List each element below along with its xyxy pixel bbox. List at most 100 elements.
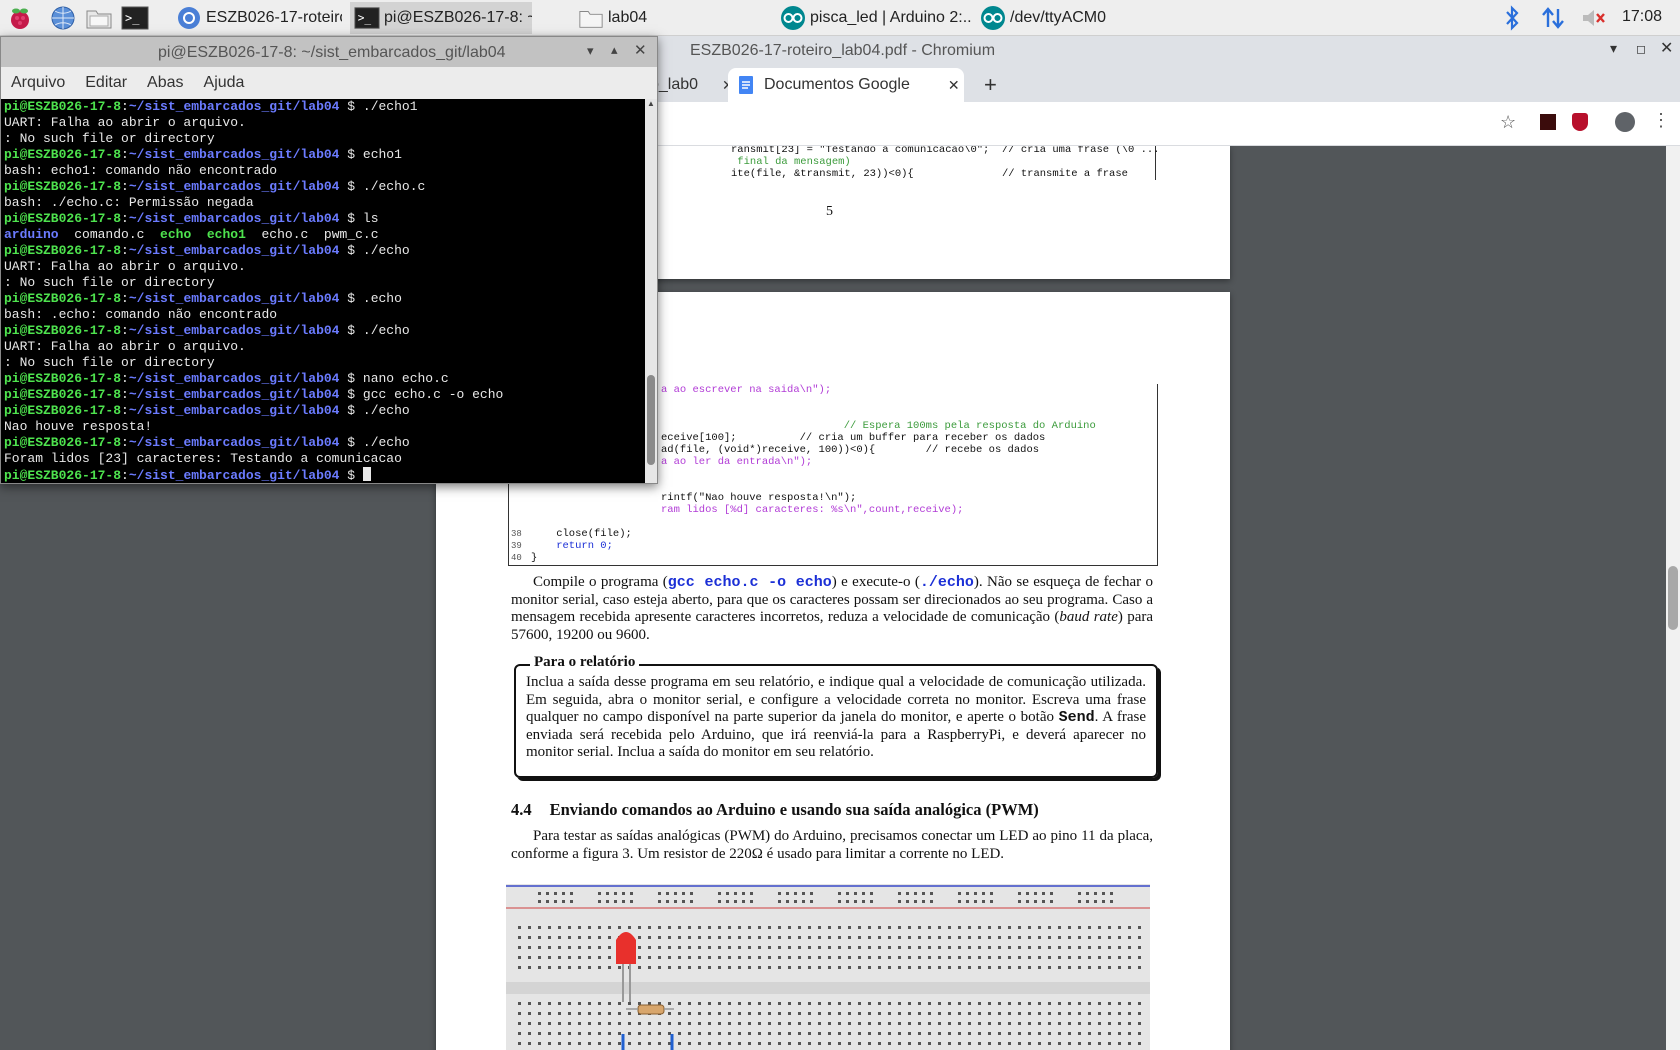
hole bbox=[728, 936, 731, 939]
menu-editar[interactable]: Editar bbox=[85, 74, 127, 92]
chromium-window-title: ESZB026-17-roteiro_lab04.pdf - Chromium bbox=[690, 42, 996, 59]
hole bbox=[668, 936, 671, 939]
hole bbox=[1078, 926, 1081, 929]
maximize-icon[interactable]: ◻ bbox=[1636, 42, 1646, 56]
hole bbox=[818, 956, 821, 959]
rail-hole bbox=[870, 892, 873, 895]
task-terminal[interactable]: >_ pi@ESZB026-17-8: ~... bbox=[350, 2, 532, 34]
task-arduino-ide[interactable]: pisca_led | Arduino 2:... bbox=[776, 2, 972, 34]
hole bbox=[578, 956, 581, 959]
rail-hole bbox=[750, 892, 753, 895]
hole bbox=[938, 1002, 941, 1005]
hole bbox=[1088, 1022, 1091, 1025]
hole bbox=[998, 966, 1001, 969]
hole bbox=[908, 1002, 911, 1005]
hole bbox=[678, 926, 681, 929]
tab-google-docs[interactable]: Documentos Google ✕ bbox=[728, 68, 964, 102]
web-browser-icon[interactable] bbox=[48, 4, 78, 32]
tab-close-icon[interactable]: ✕ bbox=[948, 77, 960, 94]
hole bbox=[898, 1042, 901, 1045]
profile-icon[interactable] bbox=[1615, 112, 1635, 132]
raspberry-menu-icon[interactable] bbox=[5, 4, 35, 32]
svg-text:>_: >_ bbox=[358, 12, 372, 25]
maximize-icon[interactable]: ▴ bbox=[611, 42, 618, 58]
scroll-up-icon[interactable]: ▲ bbox=[647, 99, 655, 108]
close-icon[interactable]: ✕ bbox=[634, 41, 647, 59]
task-chromium[interactable]: ESZB026-17-roteiro_l... bbox=[172, 2, 342, 34]
hole bbox=[788, 1012, 791, 1015]
code-line-numbers: 38 39 40 bbox=[511, 529, 522, 563]
menu-ajuda[interactable]: Ajuda bbox=[204, 74, 245, 92]
terminal-scrollbar[interactable]: ▲ bbox=[645, 99, 657, 483]
hole bbox=[758, 926, 761, 929]
hole bbox=[1068, 1032, 1071, 1035]
hole bbox=[928, 966, 931, 969]
terminal-output[interactable]: pi@ESZB026-17-8:~/sist_embarcados_git/la… bbox=[1, 99, 645, 483]
hole bbox=[888, 936, 891, 939]
hole bbox=[728, 946, 731, 949]
hole bbox=[748, 1012, 751, 1015]
hole bbox=[1098, 946, 1101, 949]
hole bbox=[808, 1032, 811, 1035]
terminal-launcher-icon[interactable]: >_ bbox=[120, 4, 150, 32]
hole bbox=[948, 956, 951, 959]
hole bbox=[728, 966, 731, 969]
task-serial-monitor[interactable]: /dev/ttyACM0 bbox=[976, 2, 1126, 34]
hole bbox=[878, 1012, 881, 1015]
rail-hole bbox=[1026, 892, 1029, 895]
hole bbox=[1008, 956, 1011, 959]
task-file-manager[interactable]: lab04 bbox=[574, 2, 724, 34]
pdf-scrollbar-thumb[interactable] bbox=[1668, 566, 1678, 630]
terminal-scrollbar-thumb[interactable] bbox=[647, 375, 655, 465]
extension-icon[interactable] bbox=[1540, 114, 1556, 130]
hole bbox=[868, 926, 871, 929]
hole bbox=[588, 946, 591, 949]
hole bbox=[948, 936, 951, 939]
page-number: 5 bbox=[826, 204, 833, 219]
hole bbox=[608, 966, 611, 969]
rail-hole bbox=[930, 892, 933, 895]
hole bbox=[928, 936, 931, 939]
terminal-titlebar[interactable]: pi@ESZB026-17-8: ~/sist_embarcados_git/l… bbox=[1, 37, 657, 67]
hole bbox=[778, 1022, 781, 1025]
prompt-path: ~/sist_embarcados_git/lab04 bbox=[128, 387, 340, 402]
network-icon[interactable] bbox=[1540, 4, 1566, 32]
minimize-icon[interactable]: ▾ bbox=[1610, 40, 1617, 57]
hole bbox=[688, 1012, 691, 1015]
ublock-icon[interactable] bbox=[1572, 113, 1588, 131]
hole bbox=[758, 936, 761, 939]
hole bbox=[1038, 1012, 1041, 1015]
rail-hole bbox=[674, 900, 677, 903]
minimize-icon[interactable]: ▾ bbox=[587, 43, 594, 59]
rail-hole bbox=[810, 892, 813, 895]
volume-muted-icon[interactable] bbox=[1580, 4, 1606, 32]
hole bbox=[708, 1002, 711, 1005]
hole bbox=[988, 966, 991, 969]
rail-hole bbox=[838, 892, 841, 895]
hole bbox=[518, 1012, 521, 1015]
hole bbox=[718, 946, 721, 949]
rail-hole bbox=[1102, 900, 1105, 903]
rail-hole bbox=[630, 900, 633, 903]
clock[interactable]: 17:08 bbox=[1622, 8, 1662, 26]
pdf-scrollbar[interactable] bbox=[1666, 146, 1680, 1050]
bookmark-star-icon[interactable]: ☆ bbox=[1500, 112, 1516, 133]
hole bbox=[1028, 926, 1031, 929]
rail-hole bbox=[658, 900, 661, 903]
menu-abas[interactable]: Abas bbox=[147, 74, 183, 92]
close-icon[interactable]: ✕ bbox=[1660, 38, 1673, 58]
rail-hole bbox=[966, 892, 969, 895]
hole bbox=[598, 946, 601, 949]
menu-arquivo[interactable]: Arquivo bbox=[11, 74, 65, 92]
hole bbox=[828, 1042, 831, 1045]
hole bbox=[1008, 926, 1011, 929]
hole bbox=[988, 1002, 991, 1005]
prompt-path: ~/sist_embarcados_git/lab04 bbox=[128, 371, 340, 386]
rail-hole bbox=[690, 892, 693, 895]
bluetooth-icon[interactable] bbox=[1504, 4, 1520, 32]
code-line: ad(file, (void*)receive, 100))<0){ // re… bbox=[661, 444, 1040, 456]
new-tab-button[interactable]: + bbox=[974, 68, 1004, 102]
menu-kebab-icon[interactable]: ⋮ bbox=[1652, 110, 1670, 131]
hole bbox=[648, 1022, 651, 1025]
file-manager-icon[interactable] bbox=[84, 4, 114, 32]
